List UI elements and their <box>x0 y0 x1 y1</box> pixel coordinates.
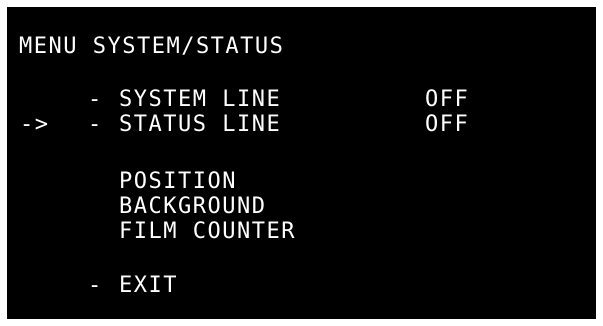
menu-item-film-counter[interactable]: FILM COUNTER <box>119 219 296 245</box>
menu-item-position[interactable]: POSITION <box>119 169 237 195</box>
osd-menu-screen: MENU SYSTEM/STATUS - SYSTEM LINE OFF -> … <box>7 7 596 319</box>
menu-title: MENU SYSTEM/STATUS <box>19 34 285 59</box>
menu-item-background[interactable]: BACKGROUND <box>119 194 266 220</box>
status-line-value[interactable]: OFF <box>425 112 469 138</box>
system-line-value[interactable]: OFF <box>425 87 469 113</box>
menu-item-system-line[interactable]: SYSTEM LINE <box>119 87 281 113</box>
item-dash: - <box>88 273 103 298</box>
menu-item-exit[interactable]: EXIT <box>119 273 178 299</box>
item-dash: - <box>88 112 103 137</box>
selection-cursor-arrow-icon: -> <box>20 112 50 137</box>
menu-item-status-line[interactable]: STATUS LINE <box>119 112 281 138</box>
item-dash: - <box>88 87 103 112</box>
